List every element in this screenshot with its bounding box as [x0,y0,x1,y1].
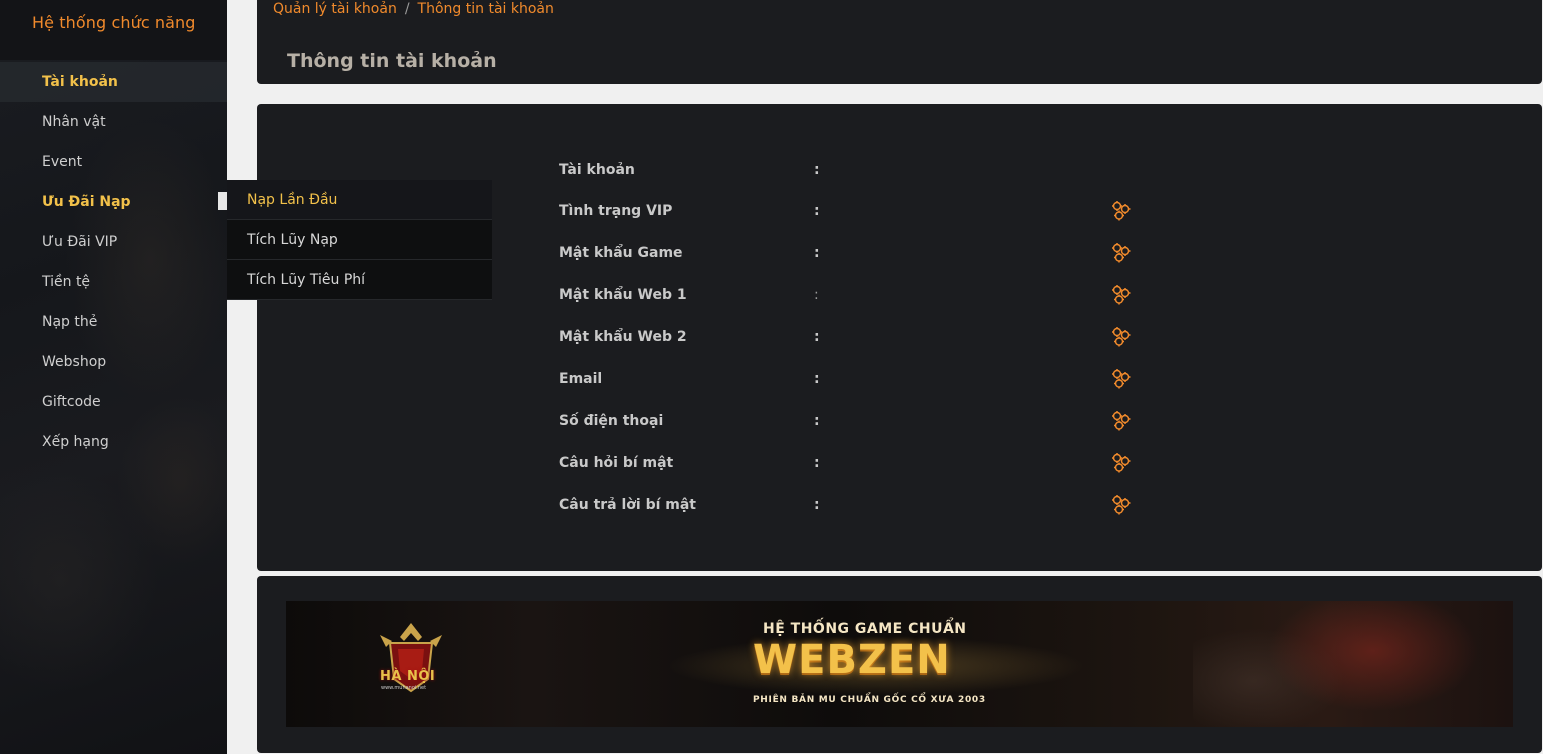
banner-title: WEBZEN [753,637,951,683]
info-label: Tình trạng VIP [559,203,673,219]
info-colon: : [814,329,820,345]
banner-tagline: PHIÊN BẢN MU CHUẨN GỐC CỔ XƯA 2003 [753,695,986,705]
info-label: Câu trả lời bí mật [559,497,696,513]
info-colon: : [814,162,820,178]
mu-hanoi-logo [380,623,442,693]
sidebar-item-giftcode[interactable]: Giftcode [0,382,227,422]
promo-banner[interactable]: HÀ NỘI www.muhanoi.net HỆ THỐNG GAME CHU… [286,601,1513,727]
sidebar-item-nap-the[interactable]: Nạp thẻ [0,302,227,342]
info-row-phone: Số điện thoại : [257,409,1542,439]
breadcrumb-parent-link[interactable]: Quản lý tài khoản [273,1,397,17]
page-title: Thông tin tài khoản [287,50,497,72]
account-info-panel: Tài khoản : Tình trạng VIP : Mật khẩu Ga… [257,104,1542,571]
info-label: Mật khẩu Web 1 [559,287,687,303]
info-label: Mật khẩu Game [559,245,683,261]
gears-icon[interactable] [1109,283,1133,307]
info-colon: : [814,371,820,387]
sidebar-title: Hệ thống chức năng [32,13,196,32]
sidebar: Hệ thống chức năng Tài khoản Nhân vật Ev… [0,0,227,754]
submenu-item-nap-lan-dau[interactable]: Nạp Lần Đầu [227,180,492,220]
sidebar-item-uu-dai-nap[interactable]: Ưu Đãi Nạp [0,182,227,222]
gears-icon[interactable] [1109,409,1133,433]
breadcrumb: Quản lý tài khoản / Thông tin tài khoản [273,1,554,17]
banner-subtitle: HỆ THỐNG GAME CHUẨN [763,621,967,637]
page-header-panel: Quản lý tài khoản / Thông tin tài khoản Th… [257,0,1542,84]
gears-icon[interactable] [1109,241,1133,265]
sidebar-menu: Tài khoản Nhân vật Event Ưu Đãi Nạp Ưu Đ… [0,62,227,462]
info-colon: : [814,287,819,303]
info-label: Tài khoản [559,162,635,178]
info-row-web-password-2: Mật khẩu Web 2 : [257,325,1542,355]
banner-panel: HÀ NỘI www.muhanoi.net HỆ THỐNG GAME CHU… [257,576,1542,753]
sidebar-item-label: Ưu Đãi Nạp [42,194,131,210]
info-label: Email [559,371,603,387]
info-row-secret-answer: Câu trả lời bí mật : [257,493,1542,523]
sidebar-item-nhan-vat[interactable]: Nhân vật [0,102,227,142]
submenu-item-tich-luy-tieu-phi[interactable]: Tích Lũy Tiêu Phí [227,260,492,300]
info-label: Mật khẩu Web 2 [559,329,687,345]
info-colon: : [814,413,820,429]
gears-icon[interactable] [1109,367,1133,391]
info-row-email: Email : [257,367,1542,397]
sidebar-item-xep-hang[interactable]: Xếp hạng [0,422,227,462]
gears-icon[interactable] [1109,451,1133,475]
uu-dai-nap-submenu: Nạp Lần Đầu Tích Lũy Nạp Tích Lũy Tiêu P… [227,180,492,300]
submenu-item-tich-luy-nap[interactable]: Tích Lũy Nạp [227,220,492,260]
sidebar-item-tai-khoan[interactable]: Tài khoản [0,62,227,102]
info-label: Câu hỏi bí mật [559,455,674,471]
info-label: Số điện thoại [559,413,664,429]
info-colon: : [814,245,820,261]
gears-icon[interactable] [1109,493,1133,517]
info-colon: : [814,455,820,471]
gears-icon[interactable] [1109,199,1133,223]
banner-monster-art [1193,601,1513,727]
info-colon: : [814,203,820,219]
info-colon: : [814,497,820,513]
breadcrumb-current[interactable]: Thông tin tài khoản [418,1,554,17]
info-row-secret-question: Câu hỏi bí mật : [257,451,1542,481]
logo-text: HÀ NỘI [380,669,436,684]
sidebar-item-uu-dai-vip[interactable]: Ưu Đãi VIP [0,222,227,262]
sidebar-item-event[interactable]: Event [0,142,227,182]
sidebar-header: Hệ thống chức năng [0,0,227,60]
submenu-open-marker [218,192,227,210]
sidebar-item-webshop[interactable]: Webshop [0,342,227,382]
sidebar-item-tien-te[interactable]: Tiền tệ [0,262,227,302]
breadcrumb-separator: / [404,1,410,17]
gears-icon[interactable] [1109,325,1133,349]
logo-url: www.muhanoi.net [381,685,427,691]
